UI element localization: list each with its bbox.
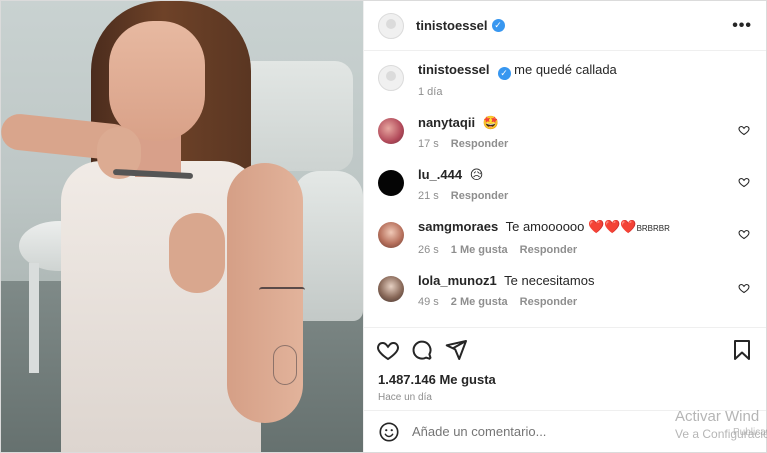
comment-item: lu_.444 😥 21 s Responder: [378, 166, 752, 202]
commenter-avatar[interactable]: [378, 221, 404, 248]
bookmark-icon[interactable]: [730, 338, 754, 362]
caption-text: me quedé callada: [514, 62, 617, 77]
heart-icon[interactable]: [738, 176, 750, 188]
comment-time[interactable]: 49 s: [418, 296, 439, 308]
reply-button[interactable]: Responder: [451, 138, 508, 150]
caption-body: tinistoessel ✓ me quedé callada 1 día: [418, 61, 752, 98]
heart-icon[interactable]: [738, 124, 750, 136]
comment-meta: 49 s 2 Me gusta Responder: [418, 296, 752, 308]
author-avatar[interactable]: [378, 12, 404, 39]
verified-badge-icon: ✓: [491, 19, 505, 32]
comment-line: lu_.444 😥: [418, 166, 752, 184]
author-name-group: tinistoessel ✓: [416, 18, 505, 33]
add-comment-bar: [364, 410, 766, 452]
caption-item: tinistoessel ✓ me quedé callada 1 día: [378, 61, 752, 98]
comment-text: Te amoooooo ❤️❤️❤️: [505, 218, 637, 234]
reply-button[interactable]: Responder: [520, 296, 577, 308]
commenter-username[interactable]: lu_.444: [418, 167, 462, 182]
post-header: tinistoessel ✓ •••: [364, 1, 766, 51]
heart-icon[interactable]: [738, 282, 750, 294]
post-window: tinistoessel ✓ ••• tinistoessel ✓ me qued…: [0, 0, 767, 453]
comment-body: samgmoraes Te amoooooo ❤️❤️❤️BRBRBR 26 s…: [418, 218, 752, 256]
comment-text: Te necesitamos: [504, 272, 595, 288]
photo-forearm: [169, 213, 225, 293]
caption-line: tinistoessel ✓ me quedé callada: [418, 61, 752, 80]
comment-body: lu_.444 😥 21 s Responder: [418, 166, 752, 202]
comment-text: 🤩: [482, 114, 499, 130]
commenter-username[interactable]: nanytaqii: [418, 115, 475, 130]
post-actions-bar: [364, 328, 766, 372]
commenter-avatar[interactable]: [378, 117, 404, 144]
share-icon[interactable]: [444, 338, 468, 362]
heart-icon[interactable]: [376, 338, 400, 362]
comments-list[interactable]: tinistoessel ✓ me quedé callada 1 día nan…: [364, 51, 766, 328]
comment-time[interactable]: 17 s: [418, 138, 439, 150]
photo-arm-right: [227, 163, 303, 423]
author-username[interactable]: tinistoessel: [416, 18, 488, 33]
comment-line: lola_munoz1 Te necesitamos: [418, 272, 752, 290]
commenter-username[interactable]: lola_munoz1: [418, 273, 497, 288]
comment-meta: 21 s Responder: [418, 190, 752, 202]
photo-tattoo: [273, 345, 297, 385]
comment-time[interactable]: 21 s: [418, 190, 439, 202]
verified-badge-icon: ✓: [497, 66, 511, 80]
like-count[interactable]: 1 Me gusta: [451, 244, 508, 256]
commenter-username[interactable]: samgmoraes: [418, 219, 498, 234]
photo-tattoo: [259, 287, 305, 293]
post-photo[interactable]: [1, 1, 363, 452]
heart-icon[interactable]: [738, 228, 750, 240]
comment-input[interactable]: [412, 424, 672, 439]
comment-text-tail: BRBRBR: [636, 223, 670, 233]
photo-toilet: [293, 171, 363, 321]
reply-button[interactable]: Responder: [451, 190, 508, 202]
comment-body: nanytaqii 🤩 17 s Responder: [418, 114, 752, 150]
comment-icon[interactable]: [410, 338, 434, 362]
photo-face: [109, 21, 205, 141]
more-icon[interactable]: •••: [732, 17, 752, 35]
likes-count[interactable]: 1.487.146 Me gusta: [364, 372, 766, 388]
caption-time[interactable]: 1 día: [418, 86, 442, 98]
comment-item: nanytaqii 🤩 17 s Responder: [378, 114, 752, 150]
comment-item: samgmoraes Te amoooooo ❤️❤️❤️BRBRBR 26 s…: [378, 218, 752, 256]
post-time[interactable]: Hace un día: [364, 388, 766, 410]
comment-meta: 17 s Responder: [418, 138, 752, 150]
commenter-avatar[interactable]: [378, 169, 404, 196]
caption-meta: 1 día: [418, 86, 752, 98]
comment-line: samgmoraes Te amoooooo ❤️❤️❤️BRBRBR: [418, 218, 752, 238]
photo-stool-leg: [29, 263, 39, 373]
author-avatar[interactable]: [378, 65, 404, 91]
commenter-avatar[interactable]: [378, 275, 404, 302]
comment-text: 😥: [469, 166, 484, 182]
comment-item: lola_munoz1 Te necesitamos 49 s 2 Me gus…: [378, 272, 752, 308]
publish-label: Publicar: [733, 427, 767, 438]
post-details-panel: tinistoessel ✓ ••• tinistoessel ✓ me qued…: [363, 1, 766, 452]
emoji-icon[interactable]: [378, 421, 400, 443]
photo-sink: [233, 61, 353, 171]
comment-time[interactable]: 26 s: [418, 244, 439, 256]
comment-meta: 26 s 1 Me gusta Responder: [418, 244, 752, 256]
comment-body: lola_munoz1 Te necesitamos 49 s 2 Me gus…: [418, 272, 752, 308]
reply-button[interactable]: Responder: [520, 244, 577, 256]
comment-line: nanytaqii 🤩: [418, 114, 752, 132]
like-count[interactable]: 2 Me gusta: [451, 296, 508, 308]
caption-username[interactable]: tinistoessel: [418, 62, 490, 77]
